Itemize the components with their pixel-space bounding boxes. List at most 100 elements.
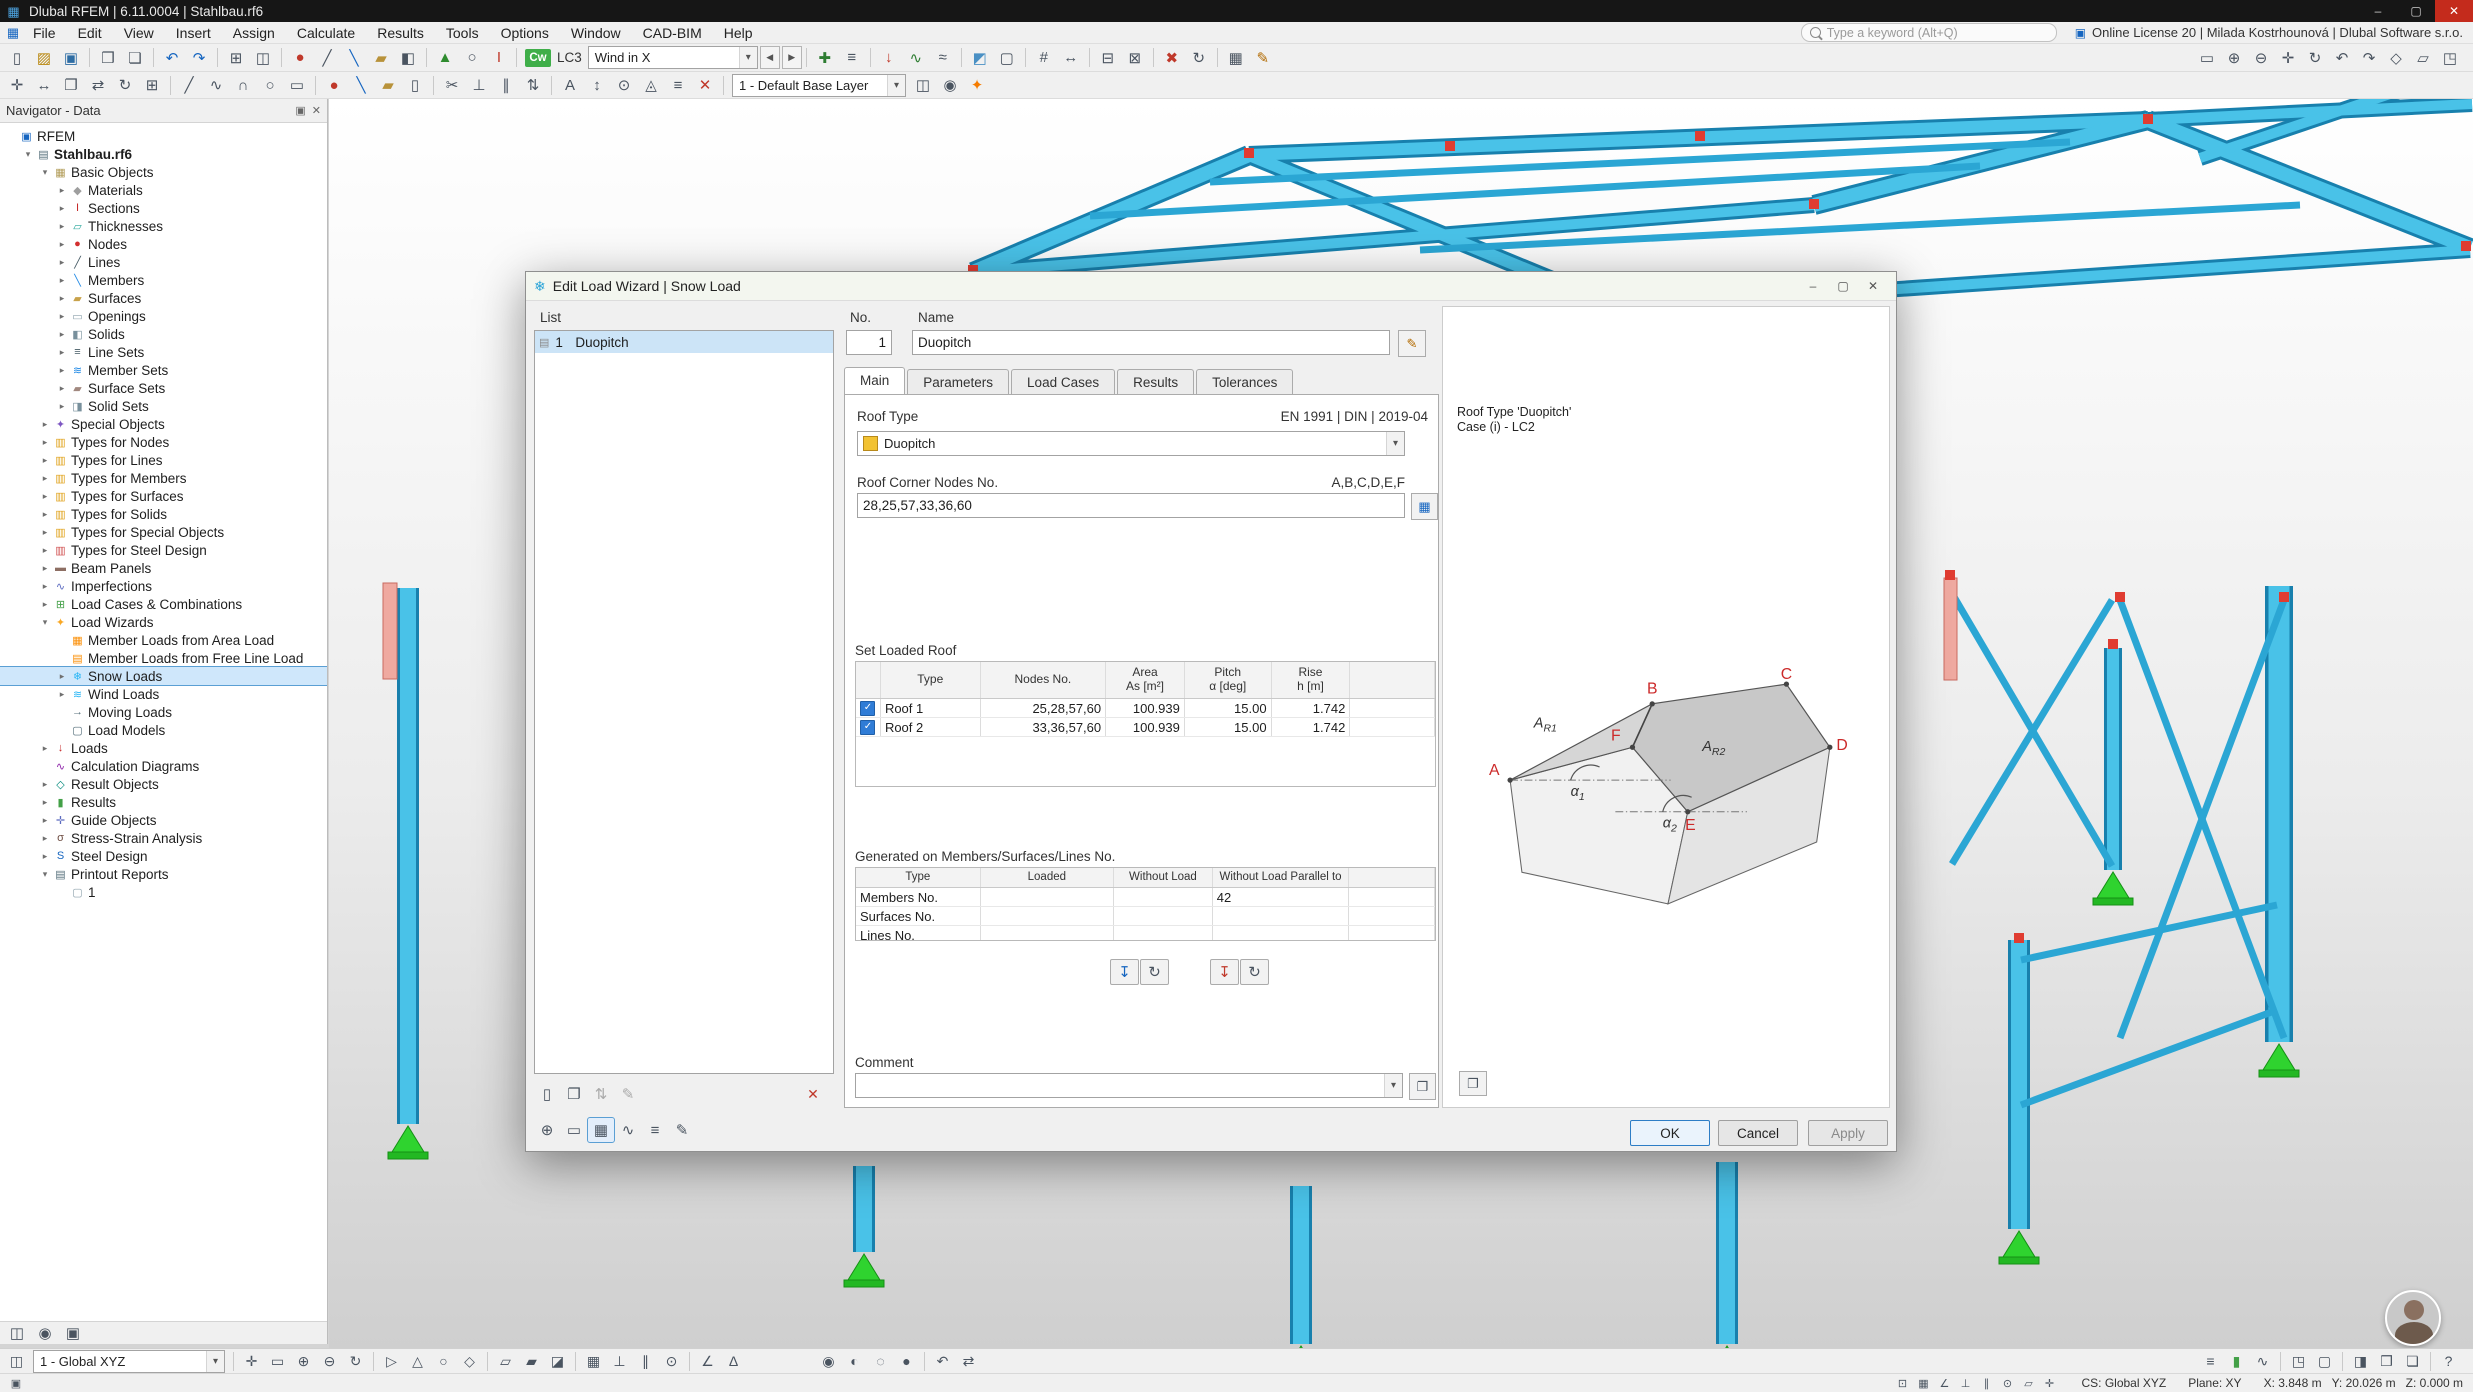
dialog-display-options-icon[interactable]: ▭ bbox=[561, 1118, 587, 1142]
tree-item-lines[interactable]: ▸╱Lines bbox=[0, 253, 327, 271]
filter-toggle-icon[interactable]: ≡ bbox=[642, 1118, 668, 1142]
close-icon[interactable]: ✕ bbox=[2435, 0, 2473, 22]
tree-item-printout-reports[interactable]: ▾▤Printout Reports bbox=[0, 865, 327, 883]
select-nodes-icon[interactable]: ▦ bbox=[1411, 493, 1438, 520]
collapse-arrow-icon[interactable]: ▾ bbox=[38, 167, 52, 178]
coordinate-input-icon[interactable]: ∠ bbox=[695, 1350, 720, 1372]
pan-view-icon[interactable]: ✛ bbox=[2275, 46, 2301, 70]
previous-view-icon[interactable]: ↶ bbox=[2329, 46, 2355, 70]
menu-cad-bim[interactable]: CAD-BIM bbox=[632, 22, 713, 44]
generated-row[interactable]: Surfaces No. bbox=[856, 907, 1435, 926]
menu-assign[interactable]: Assign bbox=[222, 22, 286, 44]
next-load-case-icon[interactable]: ▶ bbox=[782, 46, 802, 69]
combination-wizard-badge[interactable]: Cw bbox=[525, 49, 551, 67]
wireframe-mode-icon[interactable]: ▢ bbox=[994, 46, 1020, 70]
next-view-icon[interactable]: ↷ bbox=[2356, 46, 2382, 70]
show-loads-icon[interactable]: ↓ bbox=[876, 46, 902, 70]
menu-file[interactable]: File bbox=[22, 22, 67, 44]
selection-invert-icon[interactable]: ⇄ bbox=[956, 1350, 981, 1372]
result-diagram-icon[interactable]: ∿ bbox=[2250, 1350, 2275, 1372]
expand-arrow-icon[interactable]: ▸ bbox=[38, 581, 52, 592]
orbit-view-icon[interactable]: ↻ bbox=[2302, 46, 2328, 70]
tree-item-solid-sets[interactable]: ▸◨Solid Sets bbox=[0, 397, 327, 415]
text-tool-icon[interactable]: A bbox=[557, 73, 583, 97]
apply-to-members-icon[interactable]: ↧ bbox=[1110, 959, 1139, 985]
expand-arrow-icon[interactable]: ▸ bbox=[55, 221, 69, 232]
expand-arrow-icon[interactable]: ▸ bbox=[38, 743, 52, 754]
object-snap-icon[interactable]: ⊙ bbox=[611, 73, 637, 97]
dialog-close-icon[interactable]: ✕ bbox=[1858, 274, 1888, 298]
list-item-duopitch[interactable]: ▤1Duopitch bbox=[535, 331, 833, 353]
apply-button[interactable]: Apply bbox=[1808, 1120, 1888, 1146]
delete-object-icon[interactable]: ✕ bbox=[692, 73, 718, 97]
expand-arrow-icon[interactable]: ▸ bbox=[38, 473, 52, 484]
collapse-arrow-icon[interactable]: ▾ bbox=[38, 869, 52, 880]
tree-item-types-for-lines[interactable]: ▸▥Types for Lines bbox=[0, 451, 327, 469]
work-plane-xz-icon[interactable]: ▰ bbox=[519, 1350, 544, 1372]
tree-item-sections[interactable]: ▸ISections bbox=[0, 199, 327, 217]
guide-indicator-icon[interactable]: ∥ bbox=[1976, 1375, 1996, 1392]
tables-icon[interactable]: ⊞ bbox=[223, 46, 249, 70]
guidelines-icon[interactable]: ◬ bbox=[638, 73, 664, 97]
snap-grid-icon[interactable]: ▦ bbox=[581, 1350, 606, 1372]
snap-object-icon[interactable]: ⊙ bbox=[659, 1350, 684, 1372]
tree-item-surfaces[interactable]: ▸▰Surfaces bbox=[0, 289, 327, 307]
camera-view-icon[interactable]: ▣ bbox=[60, 1321, 86, 1345]
render-mode-icon[interactable]: ◩ bbox=[967, 46, 993, 70]
expand-arrow-icon[interactable]: ▸ bbox=[38, 509, 52, 520]
tree-item-loads[interactable]: ▸↓Loads bbox=[0, 739, 327, 757]
chevron-down-icon[interactable]: ▾ bbox=[1386, 432, 1404, 455]
save-model-icon[interactable]: ▣ bbox=[58, 46, 84, 70]
expand-arrow-icon[interactable]: ▸ bbox=[38, 491, 52, 502]
box-select-icon[interactable]: ▭ bbox=[265, 1350, 290, 1372]
menu-insert[interactable]: Insert bbox=[165, 22, 222, 44]
base-layer-select[interactable]: 1 - Default Base Layer ▾ bbox=[732, 74, 906, 97]
tree-item-types-for-special-objects[interactable]: ▸▥Types for Special Objects bbox=[0, 523, 327, 541]
rename-icon[interactable]: ✎ bbox=[1398, 330, 1426, 357]
dialog-minimize-icon[interactable]: – bbox=[1798, 274, 1828, 298]
new-node-icon[interactable]: ● bbox=[321, 73, 347, 97]
tree-item-member-loads-from-area-load[interactable]: ▦Member Loads from Area Load bbox=[0, 631, 327, 649]
tree-item-solids[interactable]: ▸◧Solids bbox=[0, 325, 327, 343]
zoom-in-icon[interactable]: ⊕ bbox=[2221, 46, 2247, 70]
generated-row[interactable]: Lines No. bbox=[856, 926, 1435, 941]
expand-arrow-icon[interactable]: ▸ bbox=[38, 815, 52, 826]
expand-arrow-icon[interactable]: ▸ bbox=[55, 185, 69, 196]
comment-input[interactable]: ▾ bbox=[855, 1073, 1403, 1098]
cad-tools-icon[interactable]: ✦ bbox=[964, 73, 990, 97]
tree-item-types-for-steel-design[interactable]: ▸▥Types for Steel Design bbox=[0, 541, 327, 559]
tree-item-nodes[interactable]: ▸●Nodes bbox=[0, 235, 327, 253]
zoom-window-icon[interactable]: ▭ bbox=[2194, 46, 2220, 70]
open-model-icon[interactable]: ▨ bbox=[31, 46, 57, 70]
edit-mode-toggle-icon[interactable]: ✎ bbox=[669, 1118, 695, 1142]
layers-icon[interactable]: ≡ bbox=[665, 73, 691, 97]
visibility-eye-icon[interactable]: ◉ bbox=[32, 1321, 58, 1345]
tree-item-special-objects[interactable]: ▸✦Special Objects bbox=[0, 415, 327, 433]
tree-item-member-loads-from-free-line-load[interactable]: ▤Member Loads from Free Line Load bbox=[0, 649, 327, 667]
show-values-toggle-icon[interactable]: ∿ bbox=[615, 1118, 641, 1142]
show-results-icon[interactable]: ∿ bbox=[903, 46, 929, 70]
crosshair-indicator-icon[interactable]: ✛ bbox=[2039, 1375, 2059, 1392]
expand-arrow-icon[interactable]: ▸ bbox=[55, 239, 69, 250]
new-opening-icon[interactable]: ▯ bbox=[402, 73, 428, 97]
dimensions-icon[interactable]: ↔ bbox=[1058, 46, 1084, 70]
tree-item-rfem[interactable]: ▣RFEM bbox=[0, 127, 327, 145]
zoom-in-mode-icon[interactable]: ⊕ bbox=[291, 1350, 316, 1372]
corner-nodes-field[interactable] bbox=[857, 493, 1405, 518]
tree-item-basic-objects[interactable]: ▾▦Basic Objects bbox=[0, 163, 327, 181]
tree-item-line-sets[interactable]: ▸≡Line Sets bbox=[0, 343, 327, 361]
ok-button[interactable]: OK bbox=[1630, 1120, 1710, 1146]
sort-list-icon[interactable]: ⇅ bbox=[588, 1082, 614, 1106]
expand-arrow-icon[interactable]: ▸ bbox=[38, 527, 52, 538]
draw-circle-icon[interactable]: ○ bbox=[257, 73, 283, 97]
array-copy-icon[interactable]: ⊞ bbox=[139, 73, 165, 97]
snap-guide-icon[interactable]: ∥ bbox=[633, 1350, 658, 1372]
tree-item-types-for-nodes[interactable]: ▸▥Types for Nodes bbox=[0, 433, 327, 451]
tree-item-types-for-solids[interactable]: ▸▥Types for Solids bbox=[0, 505, 327, 523]
tree-item-results[interactable]: ▸▮Results bbox=[0, 793, 327, 811]
tree-item-surface-sets[interactable]: ▸▰Surface Sets bbox=[0, 379, 327, 397]
list-settings-icon[interactable]: ✎ bbox=[615, 1082, 641, 1106]
new-member-icon[interactable]: ╲ bbox=[348, 73, 374, 97]
expand-arrow-icon[interactable]: ▸ bbox=[55, 689, 69, 700]
regenerate-surfaces-icon[interactable]: ↻ bbox=[1240, 959, 1269, 985]
